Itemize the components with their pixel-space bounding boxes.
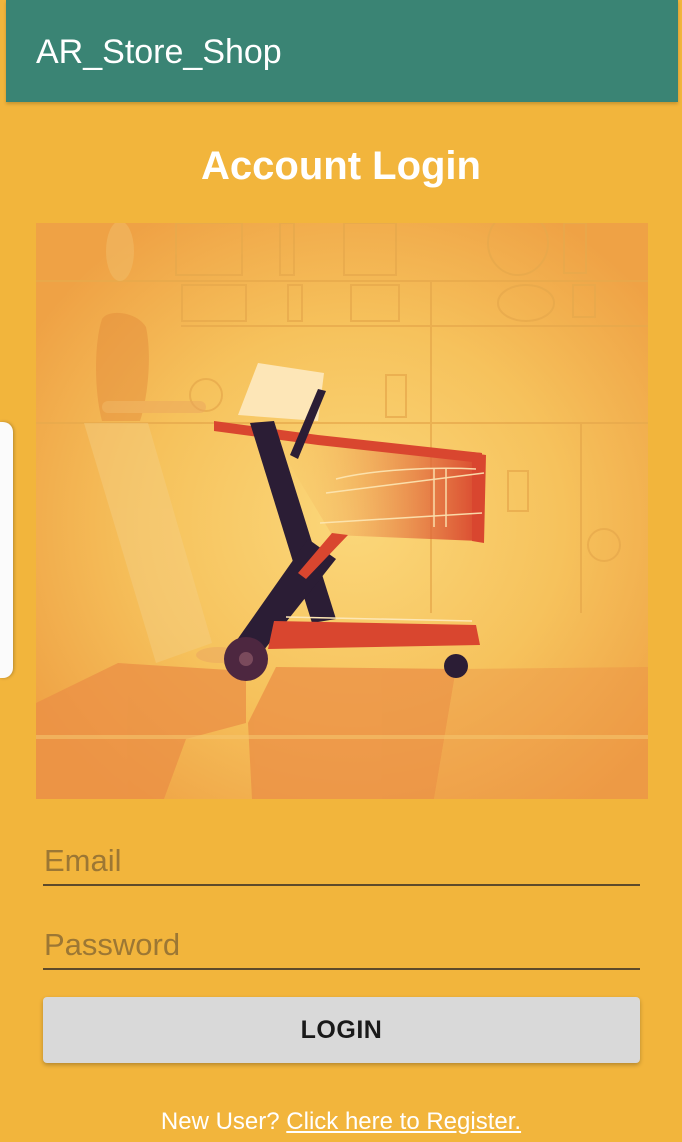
shopping-cart-illustration [36, 223, 648, 799]
register-prompt: New User? [160, 1108, 280, 1135]
email-field[interactable] [43, 838, 640, 886]
login-button[interactable]: LOGIN [43, 997, 640, 1063]
app-title: AR_Store_Shop [36, 33, 282, 71]
hero-image [36, 223, 648, 799]
password-field[interactable] [43, 922, 640, 970]
edge-panel-handle[interactable] [0, 422, 13, 678]
page-title: Account Login [201, 144, 481, 188]
app-bar: AR_Store_Shop [6, 0, 678, 102]
register-row: New User? Click here to Register. [0, 1106, 682, 1138]
register-link[interactable]: Click here to Register. [286, 1108, 521, 1135]
